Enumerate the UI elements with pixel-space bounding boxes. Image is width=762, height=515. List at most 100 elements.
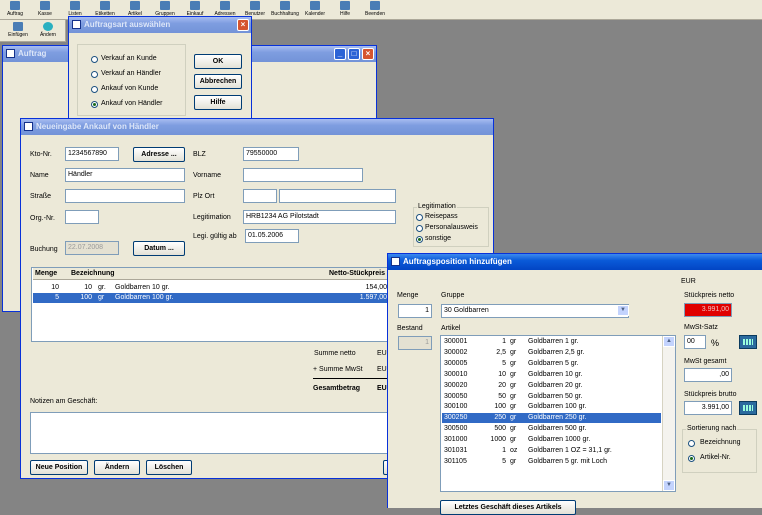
toolbar-button-9[interactable]: Buchhaltung xyxy=(270,0,300,20)
list-item[interactable]: 301000 1000 gr Goldbarren 1000 gr. xyxy=(442,435,661,445)
gueltig-label: Legi. gültig ab xyxy=(193,233,237,240)
article-unit: gr xyxy=(510,403,517,411)
toolbar-icon xyxy=(370,1,380,10)
position-title: Auftragsposition hinzufügen xyxy=(403,257,512,266)
ort-field[interactable] xyxy=(279,189,396,203)
sort-radio-1[interactable] xyxy=(688,455,695,462)
list-item[interactable]: 300050 50 gr Goldbarren 50 gr. xyxy=(442,392,661,402)
notizen-label: Notizen am Geschäft: xyxy=(30,398,98,405)
mwst-gesamt-field[interactable]: ,00 xyxy=(684,368,732,382)
sort-radio-0[interactable] xyxy=(688,440,695,447)
orgnr-field[interactable] xyxy=(65,210,99,224)
hilfe-button[interactable]: Hilfe xyxy=(194,95,242,110)
ok-button[interactable]: OK xyxy=(194,54,242,69)
toolbar2-button-1[interactable]: Ändern xyxy=(34,21,62,41)
maximize-icon[interactable]: □ xyxy=(348,48,360,60)
summe-mwst-label: + Summe MwSt xyxy=(313,366,363,373)
article-qty: 2,5 xyxy=(496,348,506,356)
loeschen-button[interactable]: Löschen xyxy=(146,460,192,475)
calculator-icon[interactable] xyxy=(739,335,757,349)
toolbar-button-12[interactable]: Beenden xyxy=(360,0,390,20)
positions-table[interactable]: Menge Bezeichnung Netto-Stückpreis 10 10 g… xyxy=(31,267,391,342)
auftragsart-radio-0[interactable] xyxy=(91,56,98,63)
list-item[interactable]: 301105 5 gr Goldbarren 5 gr. mit Loch xyxy=(442,457,661,467)
auftragsart-radio-2[interactable] xyxy=(91,86,98,93)
blz-label: BLZ xyxy=(193,151,206,158)
auftragsart-radio-1[interactable] xyxy=(91,71,98,78)
list-item[interactable]: 300010 10 gr Goldbarren 10 gr. xyxy=(442,370,661,380)
article-unit: gr xyxy=(510,425,517,433)
chevron-down-icon[interactable]: ▼ xyxy=(617,305,629,316)
article-qty: 5 xyxy=(502,457,506,465)
list-item[interactable]: 300500 500 gr Goldbarren 500 gr. xyxy=(442,424,661,434)
mwst-satz-field[interactable]: 00 xyxy=(684,335,706,349)
list-item[interactable]: 300250 250 gr Goldbarren 250 gr. xyxy=(442,413,661,424)
auftragsart-option-label: Verkauf an Händler xyxy=(101,70,161,77)
legitimation-label: Legitimation xyxy=(193,214,231,221)
sortierung-title: Sortierung nach xyxy=(686,425,738,432)
row-gewicht: 100 xyxy=(80,294,92,301)
auftragsart-radio-3[interactable] xyxy=(91,101,98,108)
vorname-label: Vorname xyxy=(193,172,222,179)
article-nr: 300002 xyxy=(444,348,468,356)
notizen-field[interactable] xyxy=(30,412,390,454)
toolbar-button-11[interactable]: Hilfe xyxy=(330,0,360,20)
table-row[interactable]: 5 100 gr Goldbarren 100 gr. 1.597,00 xyxy=(33,293,389,303)
blz-field[interactable]: 79550000 xyxy=(243,147,299,161)
header-netto: Netto-Stückpreis xyxy=(329,270,386,277)
kto-label: Kto-Nr. xyxy=(30,151,52,158)
article-name: Goldbarren 1 gr. xyxy=(528,338,579,345)
summe-netto-currency: EU xyxy=(377,350,387,357)
auftrag-title: Auftrag xyxy=(18,49,47,58)
neue-position-button[interactable]: Neue Position xyxy=(30,460,88,475)
toolbar-icon xyxy=(160,1,170,10)
bestand-label: Bestand xyxy=(397,325,423,332)
buchung-label: Buchung xyxy=(30,246,58,253)
scroll-up-icon[interactable]: ▲ xyxy=(663,336,675,347)
close-icon[interactable]: × xyxy=(237,19,249,31)
list-item[interactable]: 300002 2,5 gr Goldbarren 2,5 gr. xyxy=(442,348,661,358)
datum-button[interactable]: Datum ... xyxy=(133,241,185,256)
row-gewicht: 10 xyxy=(84,284,92,291)
list-item[interactable]: 300020 20 gr Goldbarren 20 gr. xyxy=(442,381,661,391)
name-field[interactable]: Händler xyxy=(65,168,185,182)
plz-field[interactable] xyxy=(243,189,277,203)
minimize-icon[interactable]: _ xyxy=(334,48,346,60)
legit-radio-1[interactable] xyxy=(416,225,423,232)
list-item[interactable]: 300001 1 gr Goldbarren 1 gr. xyxy=(442,337,661,347)
toolbar-icon xyxy=(130,1,140,10)
toolbar-button-10[interactable]: Kalender xyxy=(300,0,330,20)
gruppe-select[interactable]: 30 Goldbarren xyxy=(441,304,629,318)
strasse-field[interactable] xyxy=(65,189,185,203)
abbrechen-button[interactable]: Abbrechen xyxy=(194,74,242,89)
row-menge: 5 xyxy=(55,294,59,301)
legit-radio-0[interactable] xyxy=(416,214,423,221)
calculator-icon[interactable] xyxy=(739,401,757,415)
list-item[interactable]: 300005 5 gr Goldbarren 5 gr. xyxy=(442,359,661,369)
toolbar-icon xyxy=(220,1,230,10)
list-item[interactable]: 301031 1 oz Goldbarren 1 OZ = 31,1 gr. xyxy=(442,446,661,456)
vorname-field[interactable] xyxy=(243,168,363,182)
adresse-button[interactable]: Adresse ... xyxy=(133,147,185,162)
legit-radio-2[interactable] xyxy=(416,236,423,243)
toolbar-label: Beenden xyxy=(364,11,386,17)
list-item[interactable]: 300100 100 gr Goldbarren 100 gr. xyxy=(442,402,661,412)
window-icon xyxy=(6,49,15,58)
article-qty: 100 xyxy=(494,403,506,411)
toolbar-button-1[interactable]: Kasse xyxy=(30,0,60,20)
gueltig-field[interactable]: 01.05.2006 xyxy=(245,229,299,243)
brutto-field[interactable]: 3.991,00 xyxy=(684,401,732,415)
scroll-down-icon[interactable]: ▼ xyxy=(663,480,675,491)
legitimation-field[interactable]: HRB1234 AG Pilotstadt xyxy=(243,210,396,224)
kto-field[interactable]: 1234567890 xyxy=(65,147,119,161)
toolbar-button-0[interactable]: Auftrag xyxy=(0,0,30,20)
aendern-button[interactable]: Ändern xyxy=(94,460,140,475)
artikel-list[interactable]: ▲ ▼ 300001 1 gr Goldbarren 1 gr. 300002 2,5 gr… xyxy=(440,335,676,492)
artikel-scrollbar[interactable]: ▲ ▼ xyxy=(662,336,675,491)
table-row[interactable]: 10 10 gr. Goldbarren 10 gr. 154,00 xyxy=(33,283,389,293)
toolbar2-button-0[interactable]: Einfügen xyxy=(4,21,32,41)
close-icon[interactable]: × xyxy=(362,48,374,60)
netto-field[interactable]: 3.991,00 xyxy=(684,303,732,317)
menge-field[interactable]: 1 xyxy=(398,304,432,318)
header-menge: Menge xyxy=(35,270,58,277)
